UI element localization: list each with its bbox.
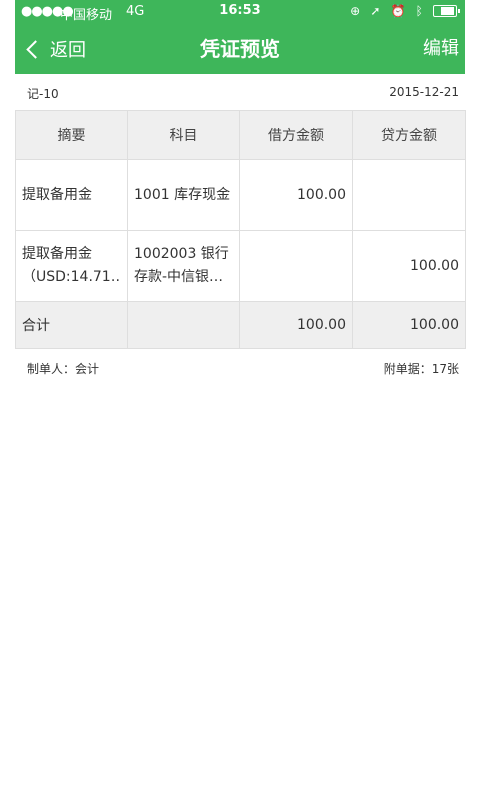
table-row[interactable]: 提取备用金（USD:14.71… 1002003 银行存款-中信银… 100.0… <box>15 230 466 302</box>
voucher-number: 记-10 <box>27 87 59 101</box>
voucher-table: 摘要 科目 借方金额 贷方金额 提取备用金 1001 库存现金 100.00 提… <box>15 110 466 349</box>
voucher-meta: 记-10 2015-12-21 <box>15 74 465 110</box>
cell-debit: 100.00 <box>239 159 353 231</box>
app-screen: ●●●●● 中国移动 4G 16:53 ⊕ ➚ ⏰ ᛒ 返回 凭证预览 编辑 记… <box>15 0 466 800</box>
total-credit: 100.00 <box>352 301 466 349</box>
alarm-clock-icon: ⏰ <box>390 3 406 18</box>
rotation-lock-icon: ⊕ <box>350 3 361 18</box>
column-header-account: 科目 <box>127 110 240 160</box>
voucher-footer: 制单人：会计 附单据：17张 <box>15 358 465 380</box>
cell-credit <box>352 159 466 231</box>
summary-text: 提取备用金 <box>22 186 92 203</box>
back-button[interactable]: 返回 <box>25 34 86 64</box>
status-icons: ⊕ ➚ ⏰ ᛒ <box>344 3 460 21</box>
cell-credit: 100.00 <box>352 230 466 302</box>
location-arrow-icon: ➚ <box>370 3 381 18</box>
total-row: 合计 100.00 100.00 <box>15 301 466 349</box>
edit-button[interactable]: 编辑 <box>423 34 459 64</box>
table-row[interactable]: 提取备用金 1001 库存现金 100.00 <box>15 159 466 231</box>
summary-text: 提取备用金（USD:14.71… <box>22 246 121 285</box>
column-header-credit: 贷方金额 <box>352 110 466 160</box>
cell-summary: 提取备用金 <box>15 159 128 231</box>
cell-account: 1001 库存现金 <box>127 159 240 231</box>
attachment-count: 附单据：17张 <box>383 362 459 376</box>
navigation-bar: 返回 凭证预览 编辑 <box>15 24 465 74</box>
cell-debit <box>239 230 353 302</box>
column-header-debit: 借方金额 <box>239 110 353 160</box>
chevron-left-icon <box>26 39 45 59</box>
total-debit: 100.00 <box>239 301 353 349</box>
back-label: 返回 <box>50 40 86 61</box>
total-label: 合计 <box>15 301 128 349</box>
account-text: 1001 库存现金 <box>134 186 231 203</box>
total-account <box>127 301 240 349</box>
cell-account: 1002003 银行存款-中信银… <box>127 230 240 302</box>
status-bar: ●●●●● 中国移动 4G 16:53 ⊕ ➚ ⏰ ᛒ <box>15 0 465 24</box>
cell-summary: 提取备用金（USD:14.71… <box>15 230 128 302</box>
voucher-maker: 制单人：会计 <box>27 362 100 376</box>
bluetooth-icon: ᛒ <box>415 3 423 18</box>
battery-icon <box>433 4 460 17</box>
table-header-row: 摘要 科目 借方金额 贷方金额 <box>15 110 466 160</box>
column-header-summary: 摘要 <box>15 110 128 160</box>
account-text: 1002003 银行存款-中信银… <box>134 246 229 285</box>
voucher-date: 2015-12-21 <box>389 85 459 99</box>
